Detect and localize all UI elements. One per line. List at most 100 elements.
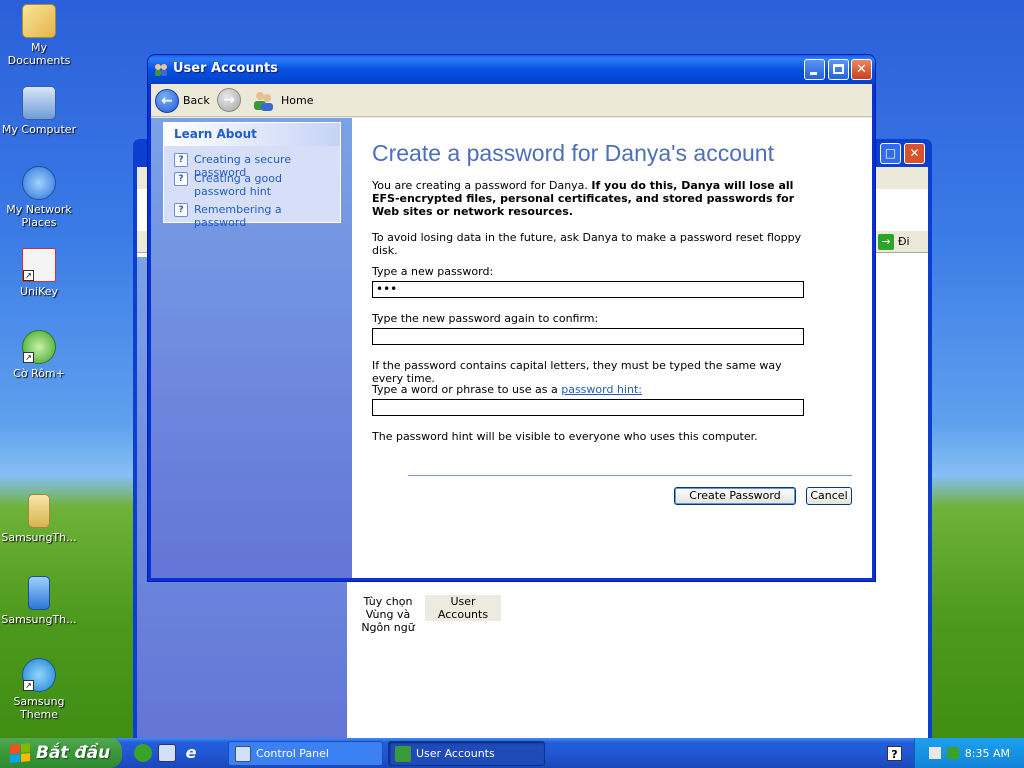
clock[interactable]: 8:35 AM [965,747,1010,760]
show-desktop-icon[interactable] [158,744,176,762]
maximize-button[interactable] [828,59,849,80]
desktop-icon-label: My Documents [7,41,71,67]
unikey-icon: ↗ [22,248,56,282]
help-topic-icon: ? [174,203,188,217]
warning-text: You are creating a password for Danya. I… [372,179,812,218]
user-accounts-icon [395,745,411,762]
samsung-icon [28,494,50,528]
cancel-button[interactable]: Cancel [806,487,852,505]
help-topic-icon: ? [174,172,188,186]
security-shield-icon[interactable] [946,747,959,759]
task-label: User Accounts [416,747,495,760]
task-pane: Learn About ? Creating a secure password… [151,118,352,578]
window-body: ← Back → Home Learn About ? Creating a s… [151,84,872,578]
desktop-icon-label: Cờ Rôm+ [13,367,65,380]
folder-documents-icon [22,4,56,38]
desktop-icon-label: My Computer [1,123,77,136]
desktop-icon-my-computer[interactable]: My Computer [0,86,78,136]
shortcut-arrow-icon: ↗ [23,352,34,363]
confirm-password-label: Type the new password again to confirm: [372,312,599,325]
user-accounts-icon [153,62,169,78]
confirm-password-field[interactable] [372,328,804,345]
new-password-field[interactable]: ••• [372,281,804,298]
taskbar-button-control-panel[interactable]: Control Panel [228,741,383,766]
home-button[interactable]: Home [251,88,313,113]
system-tray: 8:35 AM [914,738,1024,768]
desktop-icon-label: SamsungTh... [1,531,77,544]
title-bar[interactable]: User Accounts ✕ [148,55,875,84]
network-icon [22,166,56,200]
password-hint-field[interactable] [372,399,804,416]
chess-icon: ↗ [22,330,56,364]
minimize-button[interactable] [804,59,825,80]
task-label: Control Panel [256,747,329,760]
quick-launch: e [134,744,200,762]
create-password-button[interactable]: Create Password [674,487,796,505]
hint-label: Type a word or phrase to use as a passwo… [372,383,812,396]
windows-logo-icon [10,742,30,764]
samsung-icon [28,576,50,610]
main-content: Create a password for Danya's account Yo… [352,118,872,578]
window-title: User Accounts [173,61,278,76]
start-button[interactable]: Bắt đầu [0,738,122,768]
learn-about-panel: Learn About ? Creating a secure password… [163,122,341,229]
chess-quick-launch-icon[interactable] [134,744,152,762]
back-arrow-icon: ← [155,88,179,113]
learn-link-label: Creating a good password hint [194,172,282,198]
help-topic-icon: ? [174,153,188,167]
learn-about-heading: Learn About [164,123,340,146]
users-home-icon [251,90,275,112]
item-label: User Accounts [437,595,489,621]
desktop-icon-label: My Network Places [6,203,72,229]
go-label: Đi [898,235,910,248]
computer-icon [22,86,56,120]
desktop-icon-label: UniKey [19,285,59,298]
item-label: Tùy chọn Vùng và Ngôn ngữ [361,595,415,634]
password-hint-link[interactable]: password hint: [561,383,642,396]
back-label: Back [183,94,210,107]
samsung-theme-icon: ↗ [22,658,56,692]
capital-letters-note: If the password contains capital letters… [372,359,782,385]
user-accounts-window[interactable]: User Accounts ✕ ← Back → Home Learn Abou… [147,54,876,582]
desktop-icon-samsung-theme[interactable]: ↗ Samsung Theme [0,658,78,721]
internet-explorer-icon[interactable]: e [182,744,200,762]
shortcut-arrow-icon: ↗ [23,270,34,281]
divider [408,475,852,476]
go-button[interactable]: → Đi [878,233,924,251]
desktop-icon-unikey[interactable]: ↗ UniKey [0,248,78,298]
volume-icon[interactable] [928,747,941,759]
control-panel-icon [235,745,251,762]
learn-link-label: Remembering a password [194,203,282,229]
back-button[interactable]: ← Back [155,88,210,113]
close-button[interactable]: ✕ [851,59,872,80]
hint-visibility-note: The password hint will be visible to eve… [372,430,758,443]
learn-link-password-hint[interactable]: ? Creating a good password hint [174,172,336,198]
forward-button[interactable]: → [217,88,241,112]
intro-text: You are creating a password for Danya. [372,179,588,192]
desktop-icon-network[interactable]: My Network Places [0,166,78,229]
help-icon[interactable]: ? [887,746,902,761]
desktop-icon-label: SamsungTh... [1,613,77,626]
close-icon: ✕ [856,62,867,77]
new-password-label: Type a new password: [372,265,494,278]
desktop-icon-chess[interactable]: ↗ Cờ Rôm+ [0,330,78,380]
desktop-icon-samsung-1[interactable]: SamsungTh... [0,494,78,544]
hint-label-text: Type a word or phrase to use as a [372,383,558,396]
shortcut-arrow-icon: ↗ [23,680,34,691]
taskbar-button-user-accounts[interactable]: User Accounts [388,741,545,766]
maximize-button[interactable]: □ [880,143,901,164]
desktop-icon-my-documents[interactable]: My Documents [0,4,78,67]
minimize-icon [810,72,817,75]
maximize-icon [833,64,844,74]
go-arrow-icon: → [878,234,894,250]
close-button[interactable]: ✕ [904,143,925,164]
home-label: Home [281,94,314,107]
control-panel-item-regional[interactable]: Tùy chọn Vùng và Ngôn ngữ [350,595,426,634]
start-label: Bắt đầu [36,743,111,763]
desktop-icon-label: Samsung Theme [13,695,65,721]
control-panel-item-user-accounts[interactable]: User Accounts [425,595,501,621]
taskbar: Bắt đầu e Control Panel User Accounts ? … [0,738,1024,768]
learn-link-remembering[interactable]: ? Remembering a password [174,203,336,229]
desktop-icon-samsung-2[interactable]: SamsungTh... [0,576,78,626]
forward-arrow-icon: → [223,92,235,108]
